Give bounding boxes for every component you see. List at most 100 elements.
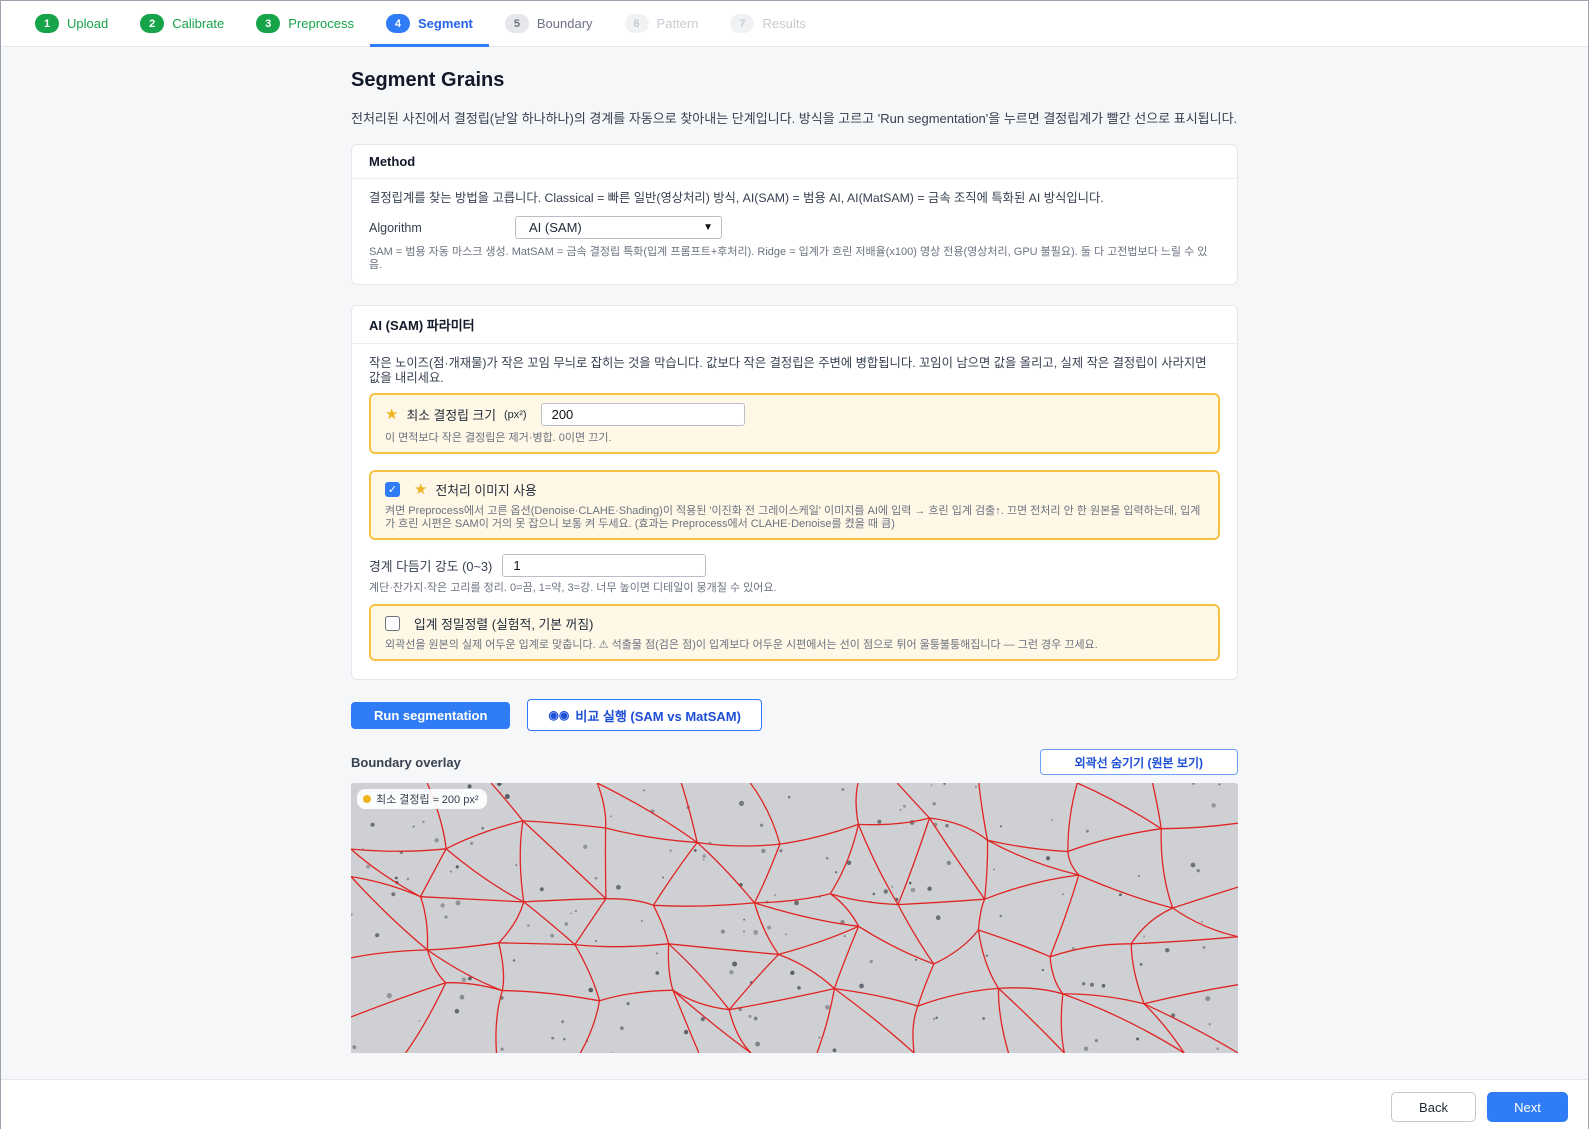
precipitate-speck [767, 925, 772, 930]
grain-boundary-line [519, 820, 525, 902]
page-intro: 전처리된 사진에서 결정립(낟알 하나하나)의 경계를 자동으로 찾아내는 단계… [351, 111, 1238, 126]
chevron-down-icon: ▼ [703, 222, 713, 233]
precipitate-speck [683, 1029, 689, 1035]
compare-label: 비교 실행 (SAM vs MatSAM) [575, 708, 741, 724]
precipitate-speck [732, 961, 738, 967]
use-preprocessed-checkbox[interactable]: ✓ [385, 482, 400, 497]
grain-boundary-line [987, 839, 1079, 876]
grain-boundary-line [912, 1005, 919, 1053]
precipitate-speck [825, 856, 829, 860]
precipitate-speck [352, 1045, 357, 1050]
boundary-overlay-image[interactable]: 최소 결정립 ≈ 200 px² [351, 783, 1238, 1053]
step-label: Segment [417, 16, 473, 31]
action-row: Run segmentation ◉◉ 비교 실행 (SAM vs MatSAM… [351, 699, 1238, 731]
precipitate-speck [1165, 948, 1170, 953]
grain-boundary-line [728, 1009, 752, 1053]
grain-boundary-line [596, 783, 607, 829]
precipitate-speck [563, 1038, 566, 1041]
grain-boundary-line [427, 942, 499, 951]
grain-boundary-line [897, 904, 935, 965]
grain-boundary-line [574, 944, 601, 1001]
grain-boundary-line [502, 989, 600, 1002]
precipitate-speck [1051, 818, 1054, 821]
step-boundary[interactable]: 5 Boundary [489, 1, 609, 46]
min-grain-badge: 최소 결정립 ≈ 200 px² [357, 789, 487, 809]
precipitate-speck [444, 915, 448, 919]
precipitate-speck [759, 823, 764, 827]
back-button[interactable]: Back [1391, 1092, 1476, 1122]
precipitate-speck [561, 1020, 565, 1024]
precipitate-speck [351, 912, 353, 917]
precipitate-speck [375, 933, 380, 938]
precipitate-speck [551, 1036, 555, 1040]
grain-boundary-line [829, 824, 860, 895]
grain-boundary-line [605, 827, 698, 844]
grain-boundary-line [998, 987, 1063, 995]
toggle-outline-button[interactable]: 외곽선 숨기기 (원본 보기) [1039, 749, 1238, 775]
precipitate-speck [1202, 946, 1206, 949]
precipitate-speck [640, 919, 643, 922]
step-calibrate[interactable]: 2 Calibrate [124, 1, 240, 46]
method-description: 결정립계를 찾는 방법을 고릅니다. Classical = 빠른 일반(영상처… [369, 191, 1104, 205]
step-segment[interactable]: 4 Segment [369, 1, 489, 47]
precipitate-speck [982, 1017, 985, 1020]
precipitate-speck [797, 986, 801, 990]
grain-boundary-line [998, 987, 1065, 1053]
refine-panel: 입계 정밀정렬 (실험적, 기본 꺼짐) 외곽선을 원본의 실제 어두운 입계로… [369, 604, 1220, 661]
grain-boundary-line [978, 783, 989, 841]
star-icon: ★ [414, 481, 428, 498]
grain-boundary-line [495, 990, 503, 1053]
precipitate-speck [386, 993, 392, 999]
overlay-title: Boundary overlay [351, 754, 461, 770]
precipitate-speck [504, 794, 510, 799]
precipitate-speck [418, 1020, 421, 1022]
grain-boundary-line [419, 848, 447, 898]
precipitate-speck [1218, 783, 1221, 786]
compare-button[interactable]: ◉◉ 비교 실행 (SAM vs MatSAM) [527, 699, 762, 731]
precipitate-speck [693, 849, 697, 852]
precipitate-speck [515, 864, 518, 866]
smoothing-input[interactable] [502, 554, 707, 577]
precipitate-speck [611, 1051, 613, 1053]
precipitate-speck [470, 841, 474, 845]
step-upload[interactable]: 1 Upload [19, 1, 124, 46]
precipitate-speck [872, 892, 876, 896]
precipitate-speck [455, 900, 461, 906]
step-results: 7 Results [714, 1, 821, 46]
grain-boundary-line [749, 783, 781, 845]
grain-boundary-line [1161, 822, 1238, 830]
algorithm-select[interactable]: AI (SAM) ▼ [515, 216, 722, 239]
step-preprocess[interactable]: 3 Preprocess [240, 1, 370, 46]
precipitate-speck [583, 844, 588, 849]
grain-boundary-line [522, 820, 606, 829]
grain-boundary-line [445, 820, 524, 850]
use-preprocessed-hint: 켜면 Preprocess에서 고른 옵션(Denoise·CLAHE·Shad… [385, 505, 1201, 530]
grain-boundary-line [696, 842, 755, 904]
grain-boundary-line [933, 929, 979, 965]
grain-boundary-line [668, 943, 779, 956]
precipitate-speck [459, 994, 465, 1000]
status-dot-icon [363, 795, 371, 803]
next-button[interactable]: Next [1487, 1092, 1568, 1122]
min-grain-badge-text: 최소 결정립 ≈ 200 px² [376, 794, 479, 806]
precipitate-speck [662, 876, 664, 879]
precipitate-speck [841, 788, 845, 791]
grain-boundaries [351, 783, 1238, 1053]
precipitate-speck [702, 854, 706, 858]
precipitate-speck [985, 954, 989, 957]
precipitate-speck [761, 848, 766, 854]
precipitate-speck [1196, 869, 1200, 873]
precipitate-speck [702, 858, 705, 861]
precipitate-speck [859, 983, 864, 989]
run-segmentation-button[interactable]: Run segmentation [351, 702, 511, 729]
use-preprocessed-panel: ✓ ★ 전처리 이미지 사용 켜면 Preprocess에서 고른 옵션(Den… [369, 470, 1220, 540]
grain-boundary-line [672, 989, 700, 1053]
grain-boundary-line [855, 783, 860, 825]
refine-checkbox[interactable] [385, 616, 400, 631]
params-description: 작은 노이즈(점·개재물)가 작은 꼬임 무늬로 잡히는 것을 막습니다. 값보… [369, 356, 1207, 385]
precipitate-speck [753, 1016, 758, 1021]
grain-boundary-line [778, 953, 835, 990]
min-grain-input[interactable] [540, 403, 745, 426]
grain-boundary-line [672, 989, 752, 1053]
use-preprocessed-label: 전처리 이미지 사용 [435, 483, 537, 498]
